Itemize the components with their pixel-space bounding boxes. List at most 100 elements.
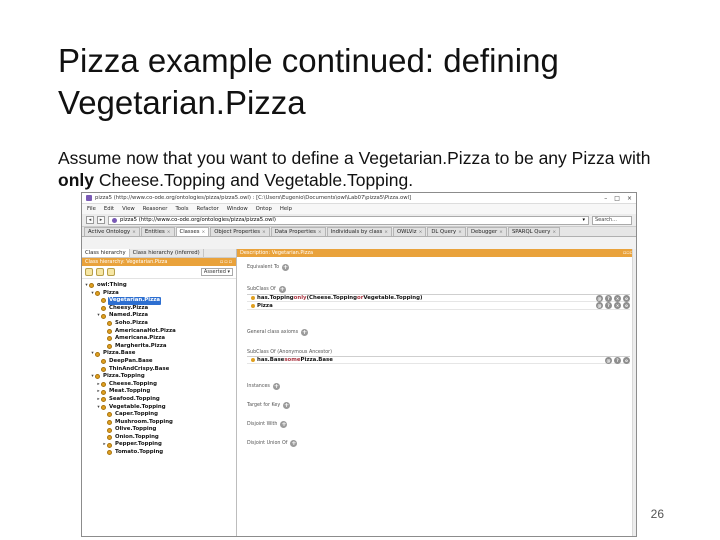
close-icon: × (317, 229, 322, 235)
tab-active-ontology[interactable]: Active Ontology × (84, 227, 140, 236)
class-tree-node[interactable]: ▾ Vegetable.Topping (84, 404, 236, 412)
delete-icon[interactable]: × (614, 302, 621, 309)
annotate-icon[interactable]: @ (605, 357, 612, 364)
protege-window: pizza5 (http://www.co-ode.org/ontologies… (81, 192, 637, 537)
subclass-axiom-row[interactable]: Pizza @ ? × o (247, 302, 630, 310)
section-instances: Instances + (247, 383, 280, 390)
search-input[interactable]: Search... (592, 215, 632, 225)
add-sibling-icon[interactable] (96, 268, 104, 276)
menu-reasoner[interactable]: Reasoner (143, 206, 168, 212)
tab-classes[interactable]: Classes × (175, 227, 210, 236)
protege-app-icon (86, 195, 92, 201)
class-tree-node[interactable]: Olive.Topping (84, 426, 236, 434)
description-scrollbar[interactable] (632, 249, 636, 536)
add-icon[interactable]: + (290, 440, 298, 447)
class-icon (101, 366, 106, 372)
class-tree-node[interactable]: ▾ Named.Pizza (84, 312, 236, 320)
tab-dl-query[interactable]: DL Query × (427, 227, 466, 236)
description-header: Description: Vegetarian.Pizza ▫▫▫ (237, 249, 636, 257)
class-tree-node[interactable]: Caper.Topping (84, 411, 236, 419)
add-icon[interactable]: + (301, 329, 309, 336)
tab-sparql-query[interactable]: SPARQL Query × (507, 227, 561, 236)
edit-icon[interactable]: o (623, 295, 630, 302)
tab-debugger[interactable]: Debugger × (466, 227, 507, 236)
close-icon: × (418, 229, 423, 235)
class-tree-node[interactable]: ▸ Meat.Topping (84, 388, 236, 396)
annotate-icon[interactable]: @ (596, 302, 603, 309)
add-subclass-icon[interactable] (85, 268, 93, 276)
edit-icon[interactable]: o (623, 302, 630, 309)
ontology-selector[interactable]: pizza5 (http://www.co-ode.org/ontologies… (108, 215, 589, 225)
class-tree-node[interactable]: ▾ owl:Thing (84, 282, 236, 290)
tab-class-hierarchy[interactable]: Class hierarchy (82, 249, 130, 257)
class-tree-node[interactable]: ▸ Cheese.Topping (84, 381, 236, 389)
add-icon[interactable]: + (283, 402, 291, 409)
menu-view[interactable]: View (122, 206, 135, 212)
explain-icon[interactable]: ? (605, 295, 612, 302)
hierarchy-toolbar: Asserted ▾ (82, 266, 236, 279)
class-tree-node[interactable]: ▸ Pepper.Topping (84, 441, 236, 449)
class-tree-node[interactable]: Tomato.Topping (84, 449, 236, 457)
menu-ontop[interactable]: Ontop (256, 206, 272, 212)
class-icon (107, 412, 112, 418)
inherited-axiom-row[interactable]: has.Base some Pizza.Base @ ? o (247, 356, 630, 364)
tab-owlviz[interactable]: OWLViz × (393, 227, 427, 236)
class-tree-node[interactable]: Mushroom.Topping (84, 419, 236, 427)
class-label: Vegetarian.Pizza (108, 297, 162, 305)
back-arrow-icon[interactable]: ◂ (86, 216, 94, 224)
tab-data-properties[interactable]: Data Properties × (270, 227, 326, 236)
class-tree-node[interactable]: AmericanaHot.Pizza (84, 328, 236, 336)
delete-class-icon[interactable] (107, 268, 115, 276)
menu-refactor[interactable]: Refactor (197, 206, 219, 212)
tab-entities[interactable]: Entities × (140, 227, 175, 236)
class-tree-node[interactable]: Cheesy.Pizza (84, 305, 236, 313)
class-icon (107, 427, 112, 433)
add-icon[interactable]: + (282, 264, 290, 271)
close-icon: × (458, 229, 462, 235)
class-tree-node[interactable]: ▾ Pizza.Topping (84, 373, 236, 381)
class-tree-node[interactable]: ▸ Seafood.Topping (84, 396, 236, 404)
menu-edit[interactable]: Edit (104, 206, 114, 212)
class-tree-node[interactable]: Americana.Pizza (84, 335, 236, 343)
asserted-dropdown[interactable]: Asserted ▾ (200, 268, 233, 276)
class-label: Cheesy.Pizza (109, 304, 149, 311)
class-icon (107, 321, 112, 327)
class-icon (95, 290, 100, 296)
class-tree-node[interactable]: ▾ Pizza (84, 290, 236, 298)
class-tree-node[interactable]: DeepPan.Base (84, 358, 236, 366)
close-button[interactable]: × (627, 195, 632, 202)
delete-icon[interactable]: × (614, 295, 621, 302)
class-tree-node[interactable]: Soho.Pizza (84, 320, 236, 328)
class-tree-node[interactable]: Vegetarian.Pizza (84, 297, 236, 305)
maximize-button[interactable]: □ (614, 195, 620, 202)
class-label: Onion.Topping (115, 433, 159, 440)
add-icon[interactable]: + (278, 286, 286, 293)
subclass-axiom-row[interactable]: has.Topping only (Cheese.Topping or Vege… (247, 294, 630, 302)
class-icon (107, 328, 112, 334)
section-general-class-axioms: General class axioms + (247, 329, 309, 336)
menu-file[interactable]: File (87, 206, 96, 212)
class-tree-node[interactable]: Onion.Topping (84, 434, 236, 442)
add-icon[interactable]: + (272, 383, 280, 390)
menu-tools[interactable]: Tools (175, 206, 188, 212)
tab-individuals-by-class[interactable]: Individuals by class × (326, 227, 393, 236)
explain-icon[interactable]: ? (605, 302, 612, 309)
forward-arrow-icon[interactable]: ▸ (97, 216, 105, 224)
ontology-icon (112, 217, 117, 223)
explain-icon[interactable]: ? (614, 357, 621, 364)
close-icon: × (499, 229, 503, 235)
class-tree-node[interactable]: Margherita.Pizza (84, 343, 236, 351)
add-icon[interactable]: + (280, 421, 288, 428)
minimize-button[interactable]: – (604, 195, 607, 202)
annotate-icon[interactable]: @ (596, 295, 603, 302)
menu-window[interactable]: Window (227, 206, 248, 212)
class-tree-node[interactable]: ThinAndCrispy.Base (84, 366, 236, 374)
tab-object-properties[interactable]: Object Properties × (210, 227, 270, 236)
class-icon (107, 336, 112, 342)
edit-icon[interactable]: o (623, 357, 630, 364)
view-controls-icon: ▫▫▫ (219, 259, 233, 265)
class-tree-node[interactable]: ▾ Pizza.Base (84, 350, 236, 358)
tab-class-hierarchy-inferred[interactable]: Class hierarchy (inferred) (130, 249, 204, 257)
class-icon (101, 313, 106, 319)
menu-help[interactable]: Help (280, 206, 292, 212)
